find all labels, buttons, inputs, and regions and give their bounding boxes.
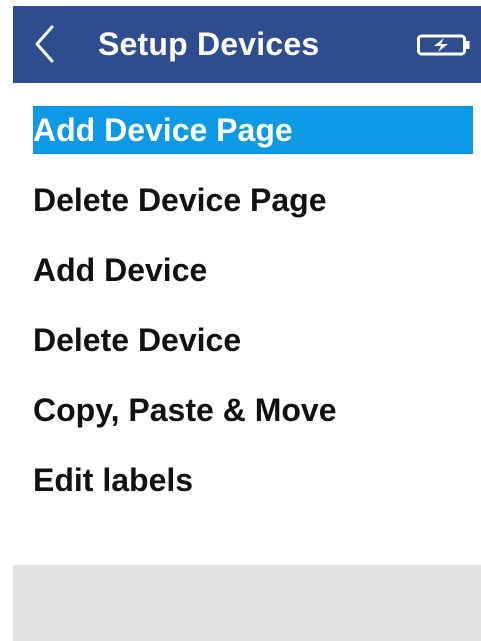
menu-item-label: Delete Device Page	[33, 182, 327, 218]
menu-item-label: Copy, Paste & Move	[33, 392, 337, 428]
menu-item-edit-labels[interactable]: Edit labels	[13, 450, 473, 520]
menu-item-add-device[interactable]: Add Device	[13, 240, 473, 310]
menu-item-label: Add Device Page	[33, 112, 293, 148]
page-title: Setup Devices	[98, 26, 320, 62]
battery-charging-icon	[417, 34, 471, 56]
menu-item-copy-paste-move[interactable]: Copy, Paste & Move	[13, 380, 473, 450]
menu-item-label: Add Device	[33, 252, 208, 288]
back-button[interactable]	[27, 20, 61, 68]
chevron-left-icon	[33, 24, 55, 64]
menu-item-delete-device-page[interactable]: Delete Device Page	[13, 170, 473, 240]
footer-bar	[13, 565, 481, 641]
menu-item-add-device-page[interactable]: Add Device Page	[13, 100, 473, 170]
setup-menu: Add Device Page Delete Device Page Add D…	[13, 100, 473, 520]
menu-item-delete-device[interactable]: Delete Device	[13, 310, 473, 380]
menu-item-label: Delete Device	[33, 322, 242, 358]
setup-devices-screen: Setup Devices Add Device Page Delete Dev…	[0, 0, 481, 641]
title-bar: Setup Devices	[13, 6, 481, 83]
menu-item-label: Edit labels	[33, 462, 194, 498]
